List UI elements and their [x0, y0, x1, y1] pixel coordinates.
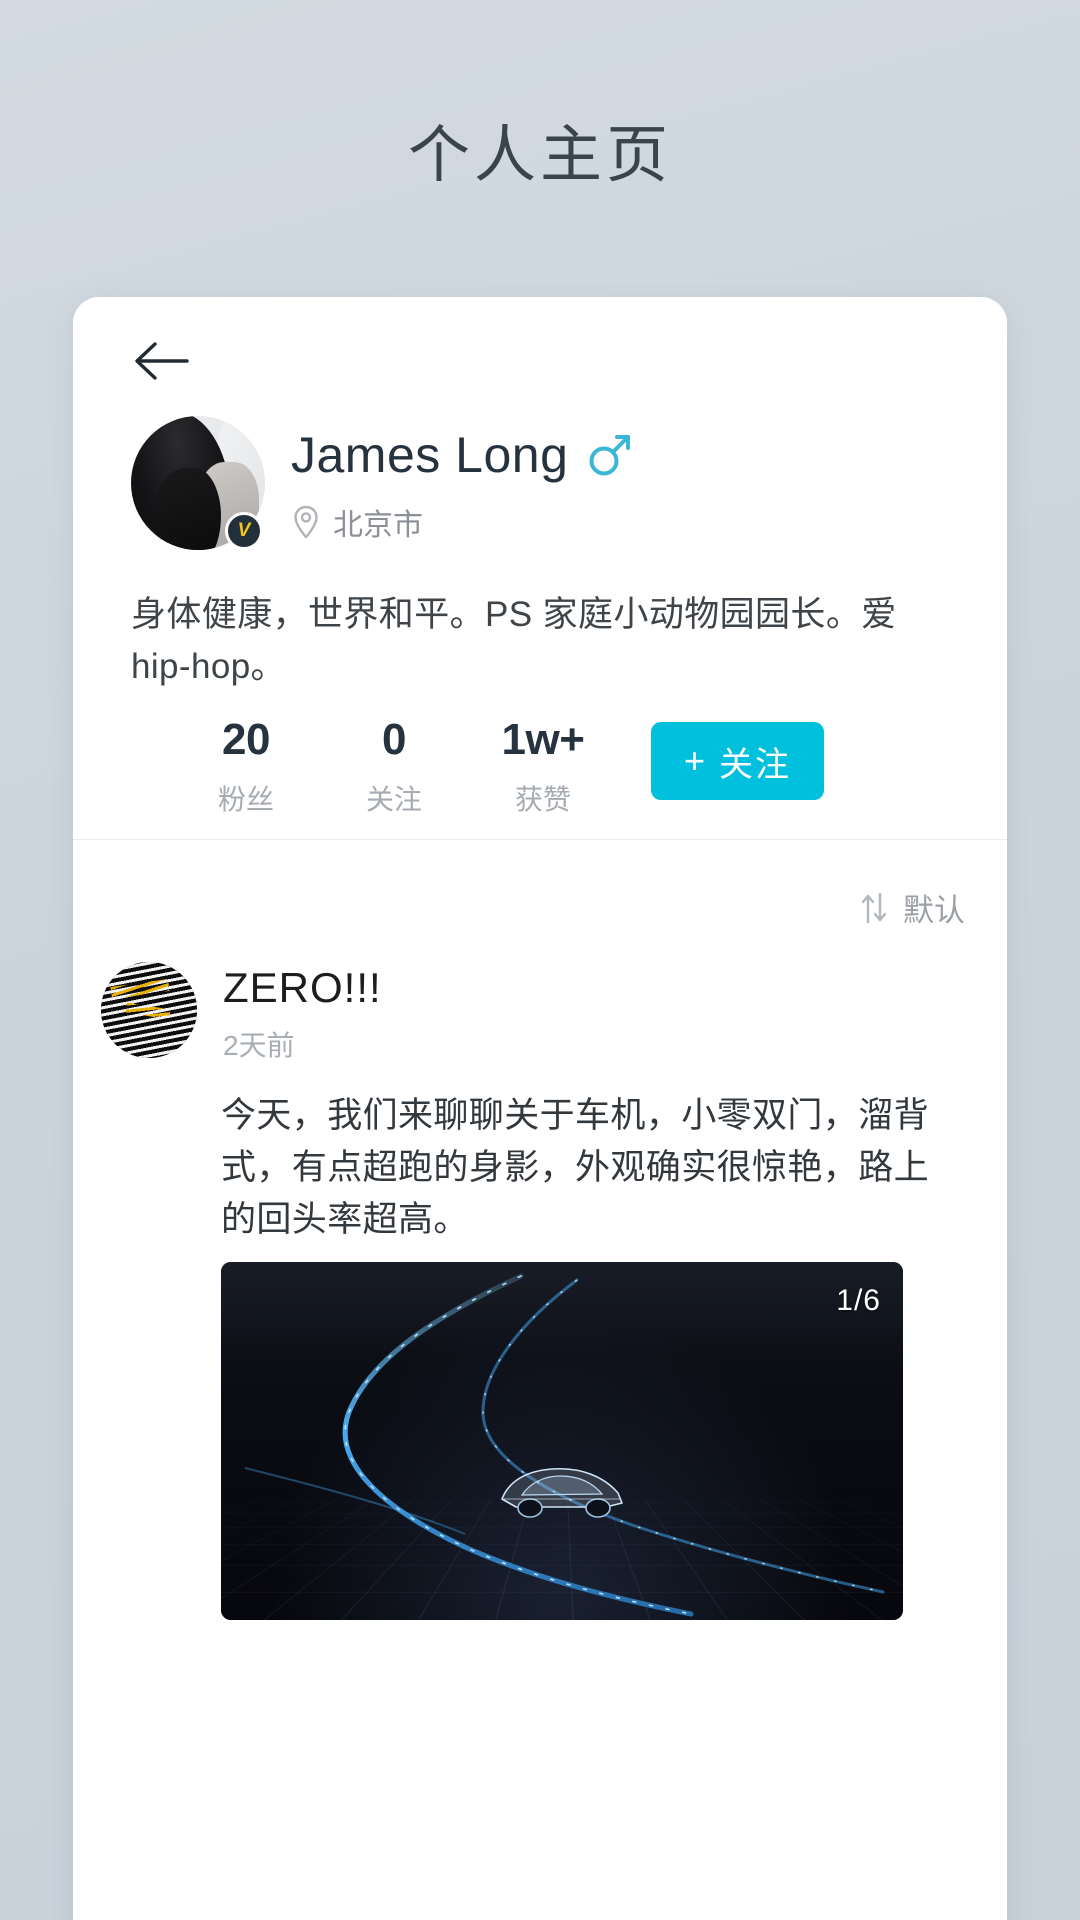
stats-row: 20 粉丝 0 关注 1w+ 获赞 + 关注 — [131, 712, 951, 822]
stat-following-value: 0 — [382, 715, 406, 764]
post-author-avatar[interactable] — [101, 962, 197, 1058]
stat-following-label: 关注 — [365, 784, 422, 815]
page-title: 个人主页 — [407, 121, 672, 190]
stat-likes-value: 1w+ — [501, 715, 585, 764]
avatar-hair-front — [155, 468, 221, 550]
location-line: 北京市 — [291, 500, 632, 544]
stat-likes-label: 获赞 — [514, 784, 571, 815]
stat-followers-value: 20 — [222, 715, 270, 764]
sort-control[interactable]: 默认 — [859, 885, 965, 930]
profile-bio: 身体健康，世界和平。PS 家庭小动物园园长。爱hip-hop。 — [131, 595, 897, 686]
stat-likes[interactable]: 1w+ 获赞 — [468, 712, 618, 818]
follow-button[interactable]: + 关注 — [651, 722, 824, 800]
post-header[interactable]: ZERO!!! 2天前 — [101, 962, 382, 1064]
arrow-left-icon — [135, 342, 189, 380]
stat-followers[interactable]: 20 粉丝 — [171, 712, 321, 818]
profile-page: 个人主页 V James Long 北京市 身体健康，世界和平。PS 家庭小动物… — [0, 0, 1080, 1920]
post-text: 今天，我们来聊聊关于车机，小零双门，溜背式，有点超跑的身影，外观确实很惊艳，路上… — [221, 1096, 930, 1239]
media-light-trail — [244, 1273, 885, 1617]
display-name: James Long — [291, 427, 569, 483]
back-button[interactable] — [131, 337, 201, 397]
location-text: 北京市 — [333, 509, 423, 542]
sort-label: 默认 — [903, 893, 965, 928]
location-pin-icon — [294, 505, 318, 539]
media-counter: 1/6 — [836, 1284, 881, 1317]
media-car — [501, 1468, 623, 1519]
identity-block: James Long 北京市 — [291, 426, 632, 544]
profile-card: V James Long 北京市 身体健康，世界和平。PS 家庭小动物园园长。爱… — [73, 297, 1007, 1920]
plus-icon: + — [683, 740, 708, 781]
post-author-name: ZERO!!! — [223, 964, 382, 1011]
avatar-wrapper[interactable]: V — [131, 416, 265, 550]
stat-following[interactable]: 0 关注 — [319, 712, 469, 818]
stat-followers-label: 粉丝 — [217, 784, 274, 815]
name-line: James Long — [291, 426, 632, 484]
male-gender-icon — [589, 435, 631, 476]
section-divider — [73, 839, 1007, 840]
post-media[interactable]: 1/6 — [221, 1262, 903, 1620]
sort-updown-icon — [861, 892, 887, 923]
follow-button-label: 关注 — [719, 745, 792, 784]
post-meta: ZERO!!! 2天前 — [223, 962, 382, 1064]
verified-badge: V — [225, 512, 263, 550]
post-timestamp: 2天前 — [223, 1030, 295, 1061]
